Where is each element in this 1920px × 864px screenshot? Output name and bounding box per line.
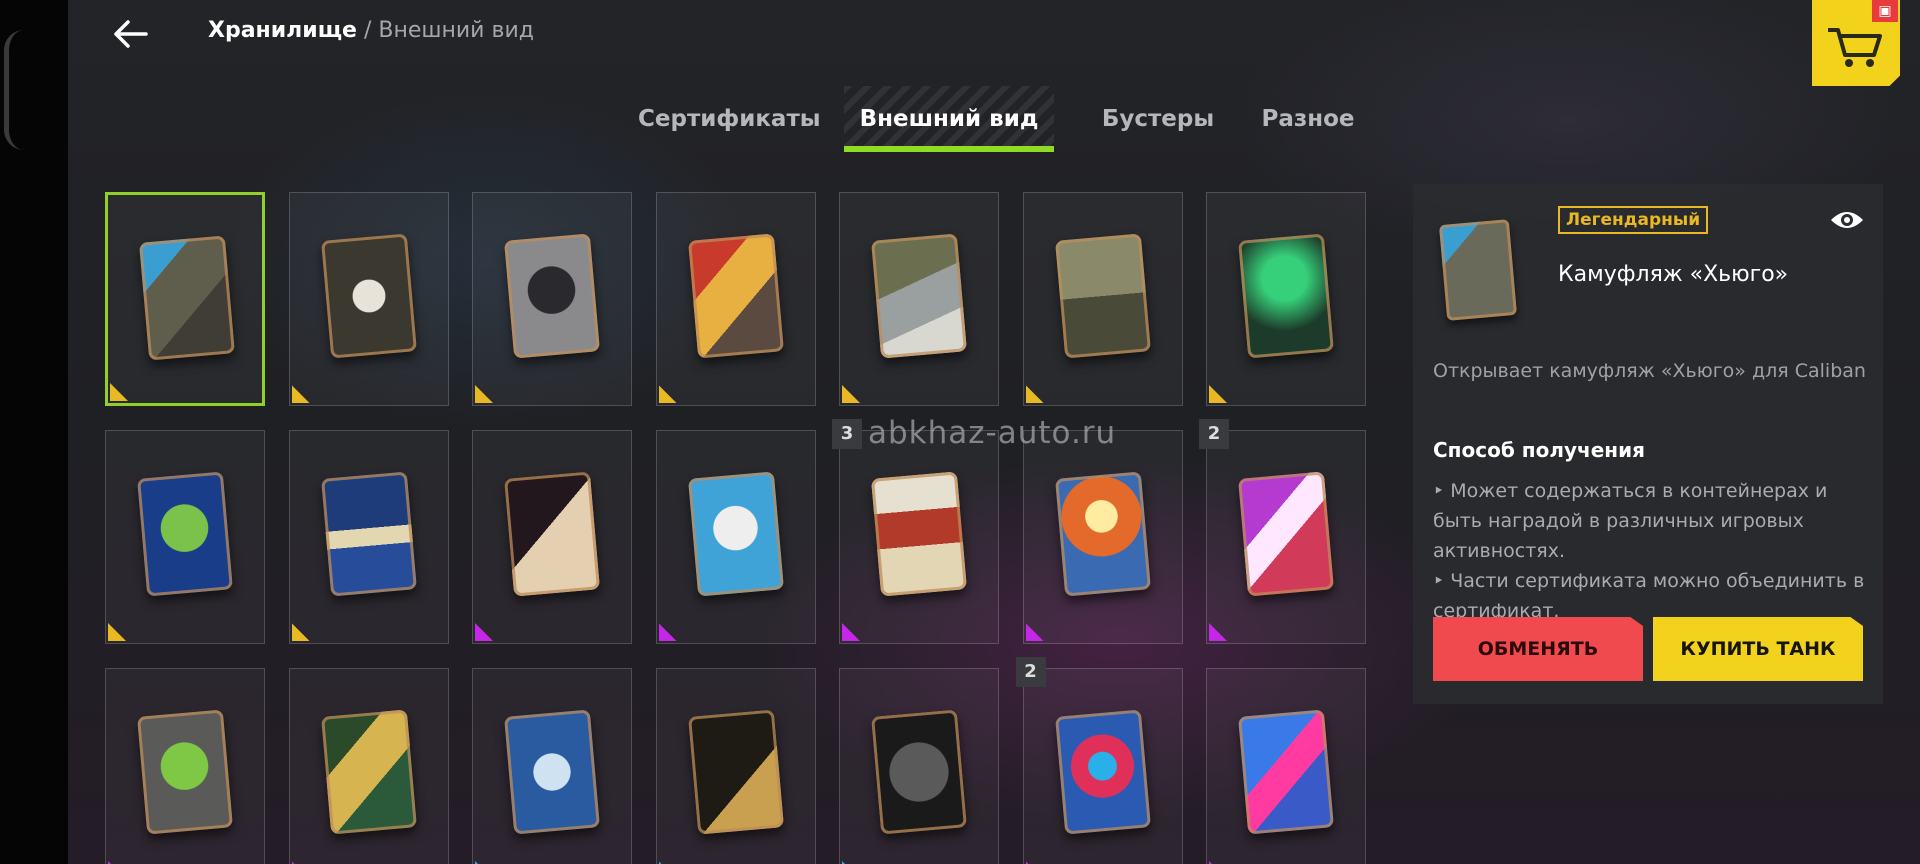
item-description: Открывает камуфляж «Хьюго» для Caliban (1433, 360, 1866, 382)
breadcrumb-current[interactable]: Хранилище (208, 18, 357, 43)
grid-item-shield-emblem[interactable] (655, 192, 816, 406)
rarity-corner-epic (842, 623, 860, 641)
rarity-corner-legendary (108, 623, 126, 641)
item-card-image (1238, 233, 1334, 359)
breadcrumb-separator: / (356, 18, 379, 43)
item-card-image (139, 235, 235, 361)
grid-item-wizard-camo[interactable] (1206, 192, 1366, 406)
item-card-image (1054, 709, 1151, 835)
rarity-corner-legendary (110, 383, 128, 401)
rarity-corner-legendary (291, 623, 310, 641)
item-card-image (871, 233, 967, 359)
grid-item-wasp-camo[interactable] (1022, 192, 1183, 406)
grid-item-christmas-tree-camo[interactable] (105, 430, 265, 644)
grid-item-dark-waves-camo[interactable] (472, 430, 632, 644)
device-edge (0, 0, 68, 864)
item-card-image (687, 471, 784, 597)
watermark: abkhaz-auto.ru (868, 415, 1117, 451)
device-curve (4, 30, 27, 150)
eye-icon[interactable] (1829, 206, 1865, 234)
rarity-badge: Легендарный (1558, 206, 1709, 234)
back-arrow-icon[interactable] (106, 14, 156, 54)
exchange-button[interactable]: ОБМЕНЯТЬ (1433, 617, 1643, 681)
item-card-image (1054, 471, 1151, 597)
item-count-badge: 2 (1199, 419, 1229, 449)
item-name: Камуфляж «Хьюго» (1558, 262, 1789, 287)
item-card-image (1054, 233, 1151, 359)
grid-item-snowman-camo[interactable] (655, 430, 816, 644)
rarity-corner-legendary (475, 385, 493, 403)
grid-item-gold-lines-camo[interactable] (655, 668, 816, 864)
item-card-image (687, 709, 784, 835)
grid-item-hex-camo[interactable] (839, 668, 999, 864)
tab-misc[interactable]: Разное (1248, 86, 1368, 152)
item-card-image (687, 233, 784, 359)
grid-item-letter-k-camo[interactable] (839, 192, 999, 406)
item-card-image (504, 471, 600, 597)
acquire-method-title: Способ получения (1433, 438, 1645, 462)
item-card-image (137, 471, 233, 597)
grid-item-map-camo[interactable] (288, 668, 449, 864)
item-card-image (320, 233, 417, 359)
item-count-badge: 3 (832, 419, 862, 449)
rarity-corner-epic (1209, 623, 1227, 641)
breadcrumb: Хранилище / Внешний вид (208, 18, 534, 43)
item-card-image (504, 709, 600, 835)
acquire-method-list: Может содержаться в контейнерах и быть н… (1433, 476, 1873, 626)
item-card-image (320, 471, 417, 597)
rarity-corner-legendary (1209, 385, 1227, 403)
grid-item-stickers-camo[interactable] (1206, 668, 1366, 864)
breadcrumb-sub: Внешний вид (378, 18, 534, 43)
item-card-image (1238, 709, 1334, 835)
tab-appearance[interactable]: Внешний вид (844, 86, 1054, 152)
item-card-image (871, 471, 967, 597)
item-card-image (320, 709, 417, 835)
tab-certificates[interactable]: Сертификаты (638, 86, 821, 152)
grid-item-circuit-camo[interactable] (105, 668, 265, 864)
grid-item-camo-hugo[interactable] (105, 192, 265, 406)
acquire-method-item: Может содержаться в контейнерах и быть н… (1433, 476, 1873, 566)
grid-item-target-camo[interactable]: 2 (1015, 657, 1183, 864)
item-card-image (137, 709, 233, 835)
gift-icon: ▣ (1872, 0, 1898, 22)
item-count-badge: 2 (1015, 657, 1046, 687)
grid-item-demon-emblem[interactable] (472, 192, 632, 406)
grid-item-bear-emblem[interactable] (288, 192, 449, 406)
item-card-image (871, 709, 967, 835)
grid-item-sunset-camo[interactable] (1022, 430, 1183, 644)
rarity-corner-epic (1025, 623, 1044, 641)
grid-item-eye-camo[interactable]: 2 (1199, 419, 1366, 644)
rarity-corner-legendary (1025, 385, 1044, 403)
grid-item-train-camo[interactable]: 3 (832, 419, 999, 644)
rarity-corner-legendary (842, 385, 860, 403)
tab-boosters[interactable]: Бустеры (1088, 86, 1228, 152)
rarity-corner-legendary (658, 385, 677, 403)
buy-tank-button[interactable]: КУПИТЬ ТАНК (1653, 617, 1863, 681)
item-details-panel: Легендарный Камуфляж «Хьюго» Открывает к… (1413, 184, 1883, 704)
grid-item-crackle-camo[interactable] (472, 668, 632, 864)
item-card-image (504, 233, 600, 359)
rarity-corner-legendary (291, 385, 310, 403)
grid-item-plane-camo[interactable] (288, 430, 449, 644)
item-card-image (1238, 471, 1334, 597)
rarity-corner-epic (475, 623, 493, 641)
storage-screen: Хранилище / Внешний вид ▣ Сертификаты Вн… (68, 0, 1920, 864)
item-thumbnail (1438, 219, 1518, 321)
rarity-corner-epic (658, 623, 677, 641)
